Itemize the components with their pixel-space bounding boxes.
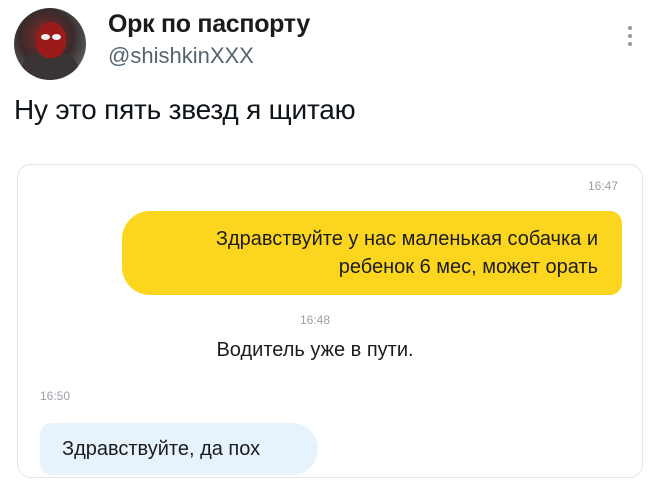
more-dot [628, 42, 632, 46]
avatar[interactable] [14, 8, 86, 80]
tweet-header: Орк по паспорту @shishkinXXX [14, 8, 646, 80]
message-text-line: Здравствуйте у нас маленькая собачка и [215, 228, 598, 250]
tweet-media-screenshot[interactable]: 16:47 Здравствуйте у нас маленькая собач… [17, 164, 643, 478]
incoming-message-bubble: Здравствуйте, да пох [40, 423, 318, 475]
system-message: Водитель уже в пути. [216, 339, 414, 361]
display-name[interactable]: Орк по паспорту [108, 10, 310, 39]
user-handle[interactable]: @shishkinXXX [108, 43, 310, 69]
more-vertical-icon[interactable] [620, 22, 640, 50]
more-dot [628, 26, 632, 30]
avatar-mask [36, 22, 66, 58]
message-time: 16:50 [40, 389, 71, 403]
more-dot [628, 34, 632, 38]
outgoing-message-bubble: Здравствуйте у нас маленькая собачка и р… [122, 211, 622, 295]
message-time: 16:48 [300, 313, 331, 327]
avatar-eye-left [41, 34, 50, 40]
message-text-line: ребенок 6 мес, может орать [338, 256, 598, 278]
user-names: Орк по паспорту @shishkinXXX [108, 10, 310, 69]
message-time: 16:47 [587, 179, 618, 193]
avatar-eye-right [52, 34, 61, 40]
tweet-text: Ну это пять звезд я щитаю [14, 94, 356, 125]
